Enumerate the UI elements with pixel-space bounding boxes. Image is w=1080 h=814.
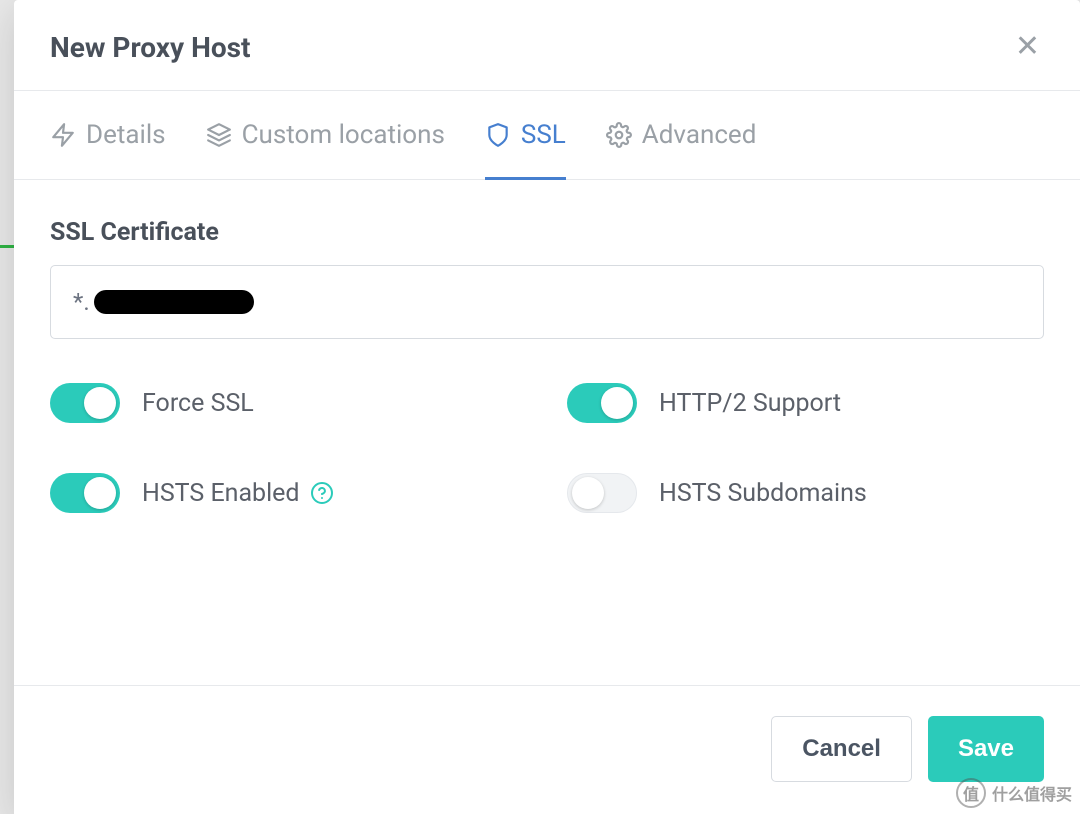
gear-icon [606,122,632,148]
ssl-certificate-select[interactable]: *. [50,265,1044,339]
modal-header: New Proxy Host ✕ [14,0,1080,90]
ssl-certificate-label: SSL Certificate [50,218,1044,247]
toggle-row-http2: HTTP/2 Support [567,383,1044,423]
proxy-host-modal: New Proxy Host ✕ Details Custom location… [14,0,1080,814]
toggle-knob [84,387,116,419]
cancel-button[interactable]: Cancel [771,716,912,782]
tab-details[interactable]: Details [50,91,166,179]
modal-body: SSL Certificate *. Force SSL HTTP/2 Supp… [14,180,1080,685]
watermark-icon: 值 [956,778,986,808]
toggle-row-hsts-subdomains: HSTS Subdomains [567,473,1044,513]
hsts-enabled-label: HSTS Enabled [142,479,334,508]
tab-label: Details [86,120,166,150]
http2-support-label: HTTP/2 Support [659,389,841,418]
save-button[interactable]: Save [928,716,1044,782]
watermark-text: 什么值得买 [992,781,1072,805]
http2-support-toggle[interactable] [567,383,637,423]
tab-ssl[interactable]: SSL [485,91,566,179]
hsts-enabled-toggle[interactable] [50,473,120,513]
force-ssl-toggle[interactable] [50,383,120,423]
hsts-enabled-text: HSTS Enabled [142,479,300,508]
close-button[interactable]: ✕ [1011,28,1044,66]
layers-icon [206,122,232,148]
ssl-cert-redacted [94,290,254,314]
tab-label: SSL [521,120,566,150]
toggle-knob [84,477,116,509]
hsts-subdomains-toggle[interactable] [567,473,637,513]
close-icon: ✕ [1015,29,1040,64]
watermark: 值 什么值得买 [956,778,1072,808]
tab-advanced[interactable]: Advanced [606,91,757,179]
modal-title: New Proxy Host [50,31,251,64]
hsts-subdomains-label: HSTS Subdomains [659,479,867,508]
tab-bar: Details Custom locations SSL Advanced [14,90,1080,180]
bolt-icon [50,122,76,148]
shield-icon [485,122,511,148]
toggle-grid: Force SSL HTTP/2 Support HSTS Enabled [50,383,1044,513]
tab-label: Custom locations [242,120,445,150]
modal-footer: Cancel Save [14,685,1080,814]
background-accent [0,245,14,248]
force-ssl-label: Force SSL [142,389,254,418]
toggle-row-force-ssl: Force SSL [50,383,527,423]
tab-custom-locations[interactable]: Custom locations [206,91,445,179]
tab-label: Advanced [642,120,757,150]
toggle-knob [601,387,633,419]
toggle-row-hsts: HSTS Enabled [50,473,527,513]
toggle-knob [572,477,604,509]
help-icon[interactable] [310,481,334,505]
ssl-certificate-value: *. [73,288,254,316]
ssl-cert-prefix: *. [73,288,90,316]
